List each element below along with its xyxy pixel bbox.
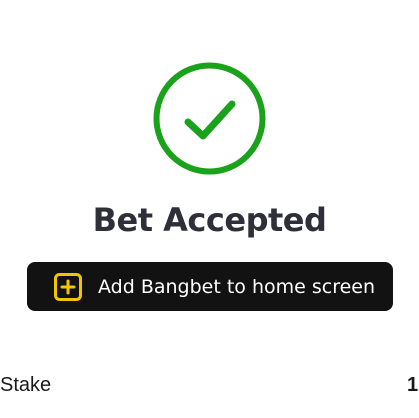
add-to-home-screen-label: Add Bangbet to home screen — [98, 275, 376, 298]
page-title: Bet Accepted — [92, 201, 327, 239]
stake-value: 1 — [407, 374, 419, 396]
stake-label: Stake — [0, 374, 52, 396]
check-circle-icon — [153, 62, 266, 175]
stake-row: Stake 1 — [0, 370, 419, 400]
add-to-home-screen-button[interactable]: Add Bangbet to home screen — [27, 262, 393, 311]
plus-square-icon — [54, 272, 82, 301]
